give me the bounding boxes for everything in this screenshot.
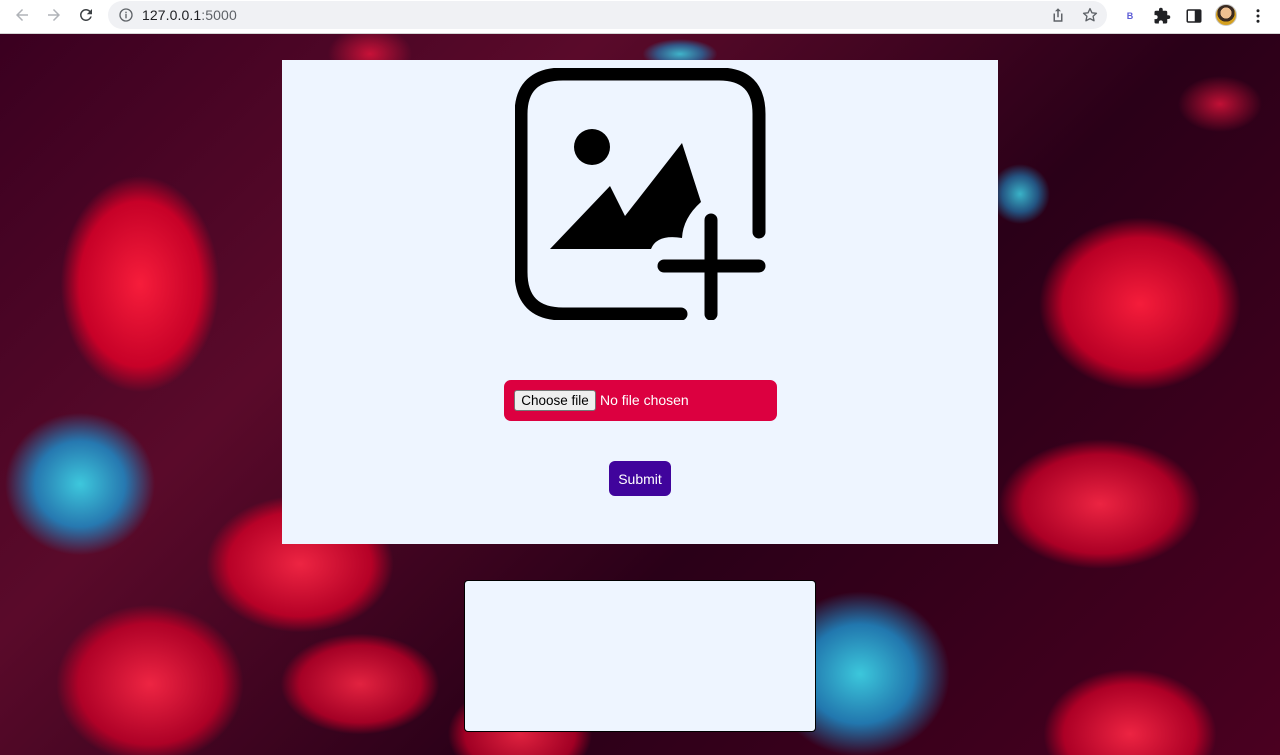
url-port: :5000 bbox=[201, 7, 237, 23]
extension-letter: B bbox=[1126, 11, 1134, 21]
file-input[interactable]: Choose file No file chosen bbox=[504, 380, 777, 421]
extension-b-icon[interactable]: B bbox=[1120, 6, 1140, 26]
forward-arrow-icon[interactable] bbox=[42, 3, 66, 27]
back-arrow-icon[interactable] bbox=[10, 3, 34, 27]
reload-icon[interactable] bbox=[74, 3, 98, 27]
add-image-icon[interactable] bbox=[515, 68, 767, 320]
kebab-menu-icon[interactable] bbox=[1248, 6, 1268, 26]
address-bar[interactable]: 127.0.0.1:5000 bbox=[108, 1, 1107, 29]
browser-toolbar: 127.0.0.1:5000 B bbox=[0, 0, 1280, 34]
info-icon[interactable] bbox=[118, 7, 134, 23]
avatar[interactable] bbox=[1215, 4, 1237, 26]
no-file-chosen-text: No file chosen bbox=[600, 392, 689, 408]
share-icon[interactable] bbox=[1049, 6, 1067, 24]
upload-card: Choose file No file chosen Submit bbox=[282, 60, 998, 544]
puzzle-icon[interactable] bbox=[1152, 6, 1172, 26]
submit-button[interactable]: Submit bbox=[609, 461, 671, 496]
result-box bbox=[464, 580, 816, 732]
choose-file-button[interactable]: Choose file bbox=[514, 390, 596, 411]
url-host: 127.0.0.1 bbox=[142, 7, 202, 23]
star-icon[interactable] bbox=[1081, 6, 1099, 24]
url-text: 127.0.0.1:5000 bbox=[142, 7, 237, 23]
side-panel-icon[interactable] bbox=[1184, 6, 1204, 26]
